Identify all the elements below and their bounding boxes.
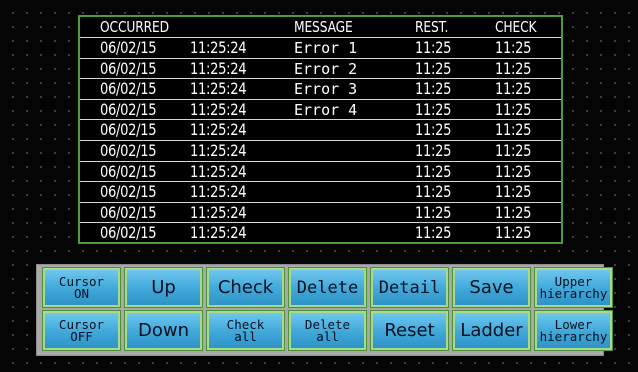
reset-label: Reset (384, 320, 435, 341)
cell-check: 11:25 (495, 38, 532, 57)
cell-rest: 11:25 (415, 182, 452, 202)
cell-date: 06/02/15 (100, 182, 157, 202)
button-panel: Cursor ON Up Check Delete Detail Save Up… (36, 264, 613, 356)
reset-button[interactable]: Reset (370, 310, 449, 351)
cell-date: 06/02/15 (100, 99, 157, 119)
check-all-label: Check all (226, 316, 265, 344)
table-row[interactable]: 06/02/15 11:25:24 Error 2 11:25 11:25 (80, 57, 561, 78)
delete-label: Delete (296, 277, 359, 298)
save-button[interactable]: Save (452, 267, 531, 308)
cell-time: 11:25:24 (190, 38, 247, 57)
cell-message: Error 1 (294, 39, 358, 57)
header-rest: REST. (415, 18, 449, 36)
cell-rest: 11:25 (415, 58, 452, 78)
cell-message: Error 3 (294, 80, 358, 99)
delete-all-button[interactable]: Delete all (288, 310, 367, 351)
cell-rest: 11:25 (415, 79, 452, 99)
lower-hierarchy-label: Lower hierarchy (539, 316, 608, 344)
cell-date: 06/02/15 (100, 161, 157, 181)
cell-rest: 11:25 (415, 141, 452, 160)
upper-hierarchy-button[interactable]: Upper hierarchy (534, 267, 613, 308)
table-row[interactable]: 06/02/15 11:25:24 Error 3 11:25 11:25 (80, 78, 561, 98)
cursor-on-button[interactable]: Cursor ON (42, 267, 121, 308)
up-label: Up (151, 277, 176, 298)
cell-check: 11:25 (495, 141, 532, 160)
ladder-button[interactable]: Ladder (452, 310, 531, 351)
check-label: Check (217, 277, 274, 298)
cell-time: 11:25:24 (190, 58, 247, 78)
cell-time: 11:25:24 (190, 79, 247, 99)
cursor-off-button[interactable]: Cursor OFF (42, 310, 121, 351)
down-label: Down (137, 320, 189, 341)
down-button[interactable]: Down (124, 310, 203, 351)
cursor-on-label: Cursor ON (58, 273, 105, 301)
cell-check: 11:25 (495, 161, 532, 181)
cell-message: Error 2 (294, 59, 358, 78)
cell-rest: 11:25 (415, 223, 452, 243)
check-all-button[interactable]: Check all (206, 310, 285, 351)
cell-time: 11:25:24 (190, 141, 247, 160)
lower-hierarchy-button[interactable]: Lower hierarchy (534, 310, 613, 351)
table-row[interactable]: 06/02/15 11:25:24 11:25 11:25 (80, 222, 561, 242)
cell-check: 11:25 (495, 58, 532, 78)
detail-button[interactable]: Detail (370, 267, 449, 308)
cell-date: 06/02/15 (100, 223, 157, 243)
cell-date: 06/02/15 (100, 120, 157, 140)
upper-hierarchy-label: Upper hierarchy (539, 273, 608, 301)
check-button[interactable]: Check (206, 267, 285, 308)
cell-rest: 11:25 (415, 38, 452, 57)
cell-time: 11:25:24 (190, 202, 247, 222)
table-row[interactable]: 06/02/15 11:25:24 Error 4 11:25 11:25 (80, 98, 561, 119)
table-row[interactable]: 06/02/15 11:25:24 11:25 11:25 (80, 181, 561, 201)
table-row[interactable]: 06/02/15 11:25:24 11:25 11:25 (80, 140, 561, 160)
cell-time: 11:25:24 (190, 99, 247, 119)
cell-time: 11:25:24 (190, 182, 247, 202)
alarm-history-table: OCCURRED MESSAGE REST. CHECK 06/02/15 11:… (78, 15, 563, 244)
cell-check: 11:25 (495, 182, 532, 202)
cell-date: 06/02/15 (100, 202, 157, 222)
cell-time: 11:25:24 (190, 223, 247, 243)
table-row[interactable]: 06/02/15 11:25:24 11:25 11:25 (80, 201, 561, 222)
delete-button[interactable]: Delete (288, 267, 367, 308)
header-check: CHECK (495, 18, 537, 36)
table-row[interactable]: 06/02/15 11:25:24 11:25 11:25 (80, 160, 561, 181)
table-row[interactable]: 06/02/15 11:25:24 Error 1 11:25 11:25 (80, 37, 561, 57)
header-occurred: OCCURRED (100, 18, 169, 36)
table-row[interactable]: 06/02/15 11:25:24 11:25 11:25 (80, 119, 561, 139)
cell-message: Error 4 (294, 100, 358, 119)
cell-check: 11:25 (495, 202, 532, 222)
cursor-off-label: Cursor OFF (58, 316, 105, 344)
detail-label: Detail (378, 277, 441, 298)
ladder-label: Ladder (460, 320, 523, 341)
delete-all-label: Delete all (304, 316, 351, 344)
cell-date: 06/02/15 (100, 141, 157, 160)
cell-rest: 11:25 (415, 161, 452, 181)
cell-rest: 11:25 (415, 120, 452, 140)
cell-check: 11:25 (495, 79, 532, 99)
cell-date: 06/02/15 (100, 79, 157, 99)
header-message: MESSAGE (294, 18, 353, 36)
cell-time: 11:25:24 (190, 161, 247, 181)
up-button[interactable]: Up (124, 267, 203, 308)
cell-date: 06/02/15 (100, 58, 157, 78)
hmi-screen: OCCURRED MESSAGE REST. CHECK 06/02/15 11:… (0, 0, 638, 372)
cell-rest: 11:25 (415, 99, 452, 119)
cell-rest: 11:25 (415, 202, 452, 222)
cell-time: 11:25:24 (190, 120, 247, 140)
save-label: Save (469, 277, 514, 298)
cell-check: 11:25 (495, 223, 532, 243)
cell-check: 11:25 (495, 120, 532, 140)
cell-check: 11:25 (495, 99, 532, 119)
cell-date: 06/02/15 (100, 38, 157, 57)
table-header: OCCURRED MESSAGE REST. CHECK (80, 17, 561, 37)
